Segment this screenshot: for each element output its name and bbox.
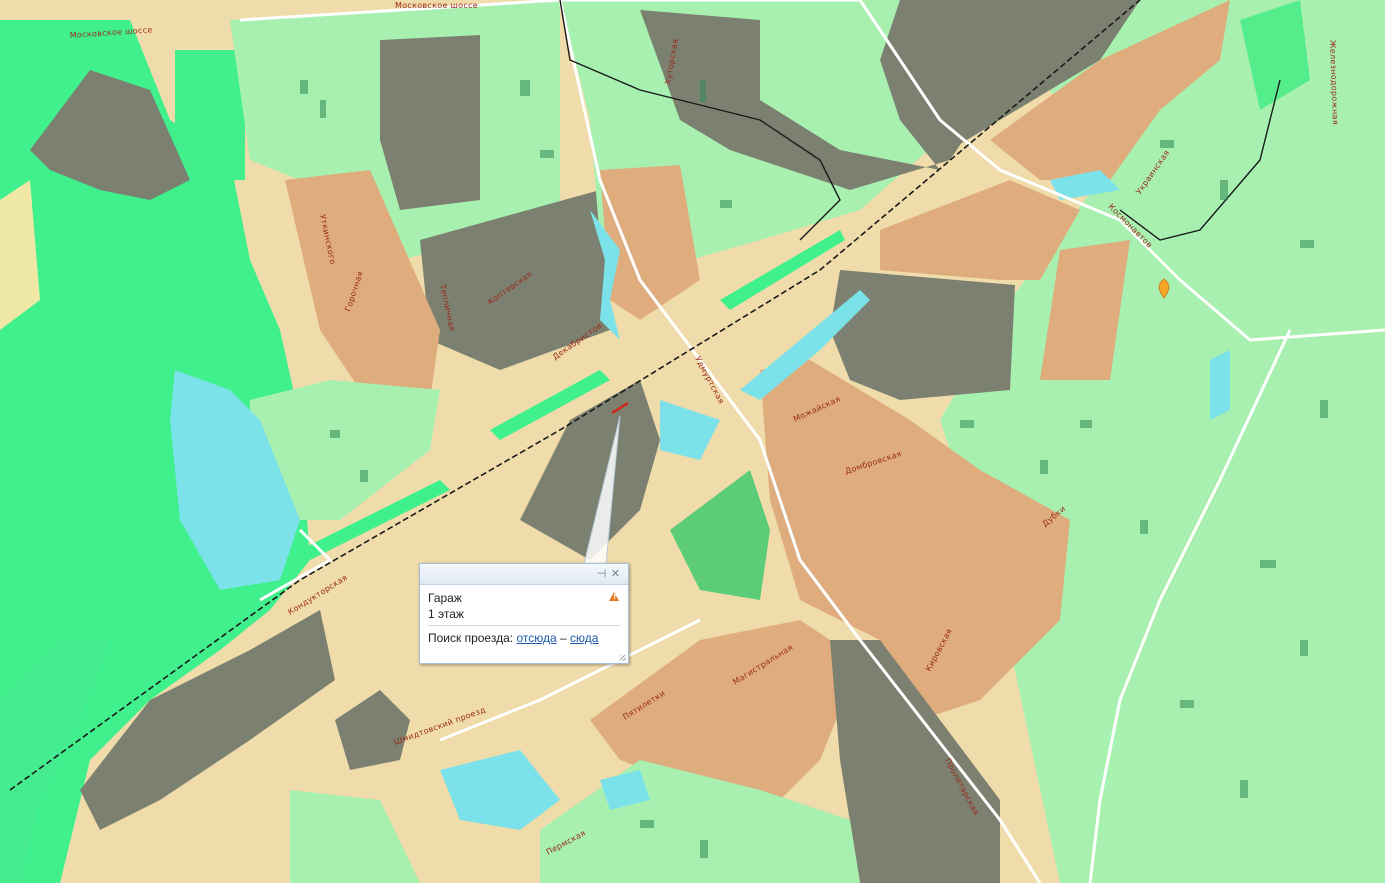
street-label-moskovskoe-2: Московское шоссе [395, 1, 478, 10]
route-from-link[interactable]: отсюда [516, 631, 556, 645]
water-northeast [1210, 350, 1230, 420]
popup-body: Гараж 1 этаж Поиск проезда: отсюда – сюд… [420, 585, 628, 646]
city-map[interactable]: Московское шоссе Московское шоссе Горочн… [0, 0, 1385, 883]
park-northwest [175, 50, 245, 180]
route-to-link[interactable]: сюда [570, 631, 598, 645]
popup-title: Гараж [428, 591, 462, 605]
close-icon[interactable]: ✕ [609, 567, 622, 580]
industrial-north-1 [380, 35, 480, 210]
resize-grip[interactable] [620, 655, 626, 661]
warning-icon[interactable] [609, 592, 619, 601]
pin-icon[interactable]: ⊣ [595, 567, 608, 580]
popup-subtitle: 1 этаж [428, 607, 464, 621]
route-search-row: Поиск проезда: отсюда – сюда [428, 630, 620, 646]
popup-divider [428, 625, 620, 626]
info-popup[interactable]: ⊣ ✕ Гараж 1 этаж Поиск проезда: отсюда –… [419, 563, 629, 664]
industrial-center [830, 270, 1015, 400]
popup-header: ⊣ ✕ [420, 564, 628, 585]
route-search-label: Поиск проезда: [428, 631, 514, 645]
route-dash: – [559, 631, 567, 645]
